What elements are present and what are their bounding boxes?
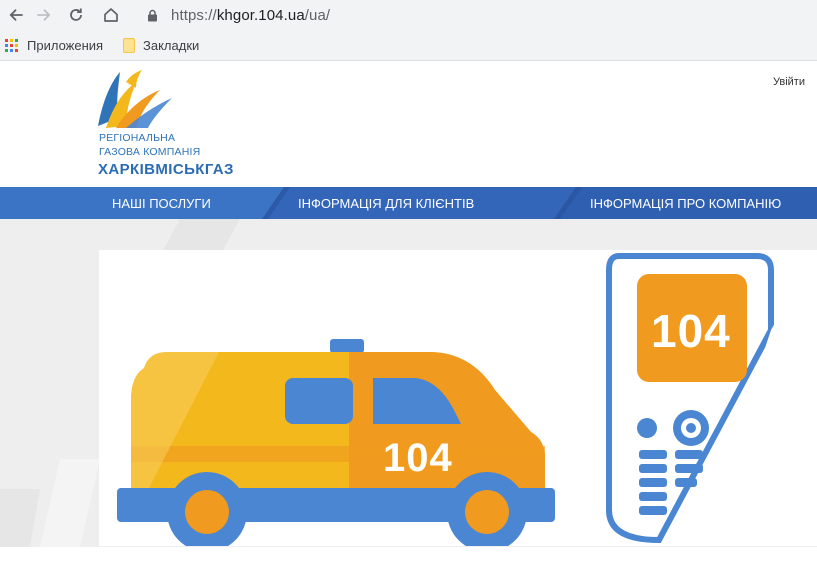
van-number: 104 [383,436,453,480]
bookmark-apps[interactable]: Приложения [5,38,103,53]
phone-number: 104 [651,305,731,357]
address-bar[interactable]: https://khgor.104.ua/ua/ [133,1,817,30]
apps-grid-icon [5,38,18,52]
phone-icon [606,250,817,546]
bookmark-folder-label: Закладки [143,38,200,53]
bookmarks-bar: Приложения Закладки [0,31,817,61]
flame-logo-icon [98,70,172,128]
url-path: /ua/ [304,7,331,24]
bookmark-apps-label: Приложения [27,38,104,53]
menu-item-company[interactable]: ІНФОРМАЦІЯ ПРО КОМПАНІЮ [590,187,781,219]
page-bottom [0,547,817,577]
web-page: РЕГІОНАЛЬНА ГАЗОВА КОМПАНІЯ ХАРКІВМІСЬКГ… [0,62,817,577]
banner-illustration [117,250,817,546]
login-link[interactable]: Увійти [773,76,805,88]
browser-toolbar: https://khgor.104.ua/ua/ [0,0,817,31]
url-text: https://khgor.104.ua/ua/ [171,7,330,24]
bookmark-folder[interactable]: Закладки [123,38,199,53]
menu-item-clients[interactable]: ІНФОРМАЦІЯ ДЛЯ КЛІЄНТІВ [298,187,474,219]
company-logo[interactable] [96,68,178,135]
van-icon [117,339,555,546]
back-arrow-icon[interactable] [4,3,28,27]
menu-item-services[interactable]: НАШІ ПОСЛУГИ [112,187,211,219]
url-scheme: https:// [171,7,217,24]
reload-icon[interactable] [64,3,88,27]
home-icon[interactable] [99,3,123,27]
main-menu: НАШІ ПОСЛУГИ ІНФОРМАЦІЯ ДЛЯ КЛІЄНТІВ ІНФ… [0,187,817,219]
lock-icon [147,9,158,27]
brand-line-2: ГАЗОВА КОМПАНІЯ [99,146,201,158]
brand-name: ХАРКІВМІСЬКГАЗ [98,161,234,178]
bookmark-folder-icon [123,38,135,53]
brand-line-1: РЕГІОНАЛЬНА [99,132,176,144]
hero-banner[interactable]: 104 104 [99,250,817,546]
forward-arrow-icon[interactable] [32,3,56,27]
url-host: khgor.104.ua [216,7,305,24]
